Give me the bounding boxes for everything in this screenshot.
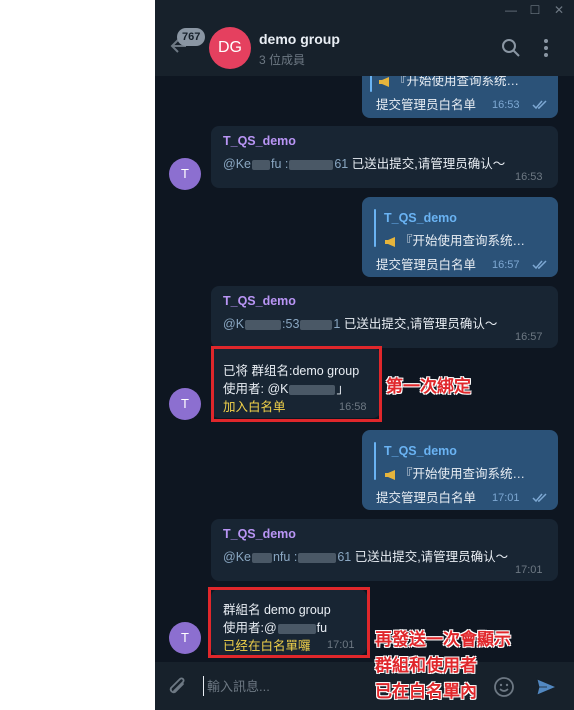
bot-avatar[interactable]: T [169,622,201,654]
mention-part: 1 [333,317,341,331]
redacted-block [245,319,282,330]
highlight-box [208,587,370,658]
read-ticks-icon [532,100,547,110]
outgoing-message[interactable]: T_QS_demo 『开始使用查询系统… 提交管理员白名单 16:57 [362,197,558,277]
incoming-message[interactable]: T_QS_demo @Ke nfu : 61 已送出提交,请管理员确认～ 17:01 [211,519,558,581]
mention-part: fu : [270,157,289,171]
group-avatar[interactable]: DG [209,27,251,69]
chat-header: 767 DG demo group 3 位成員 [155,20,574,76]
sender-name: T_QS_demo [223,527,296,541]
incoming-message[interactable]: T_QS_demo @Ke fu : 61 已送出提交,请管理员确认～ 16:53 [211,126,558,188]
message-time: 17:01 [492,492,520,504]
message-time: 16:57 [515,331,543,343]
annotation-resend-line2: 群組和使用者 [375,656,477,675]
reply-text: 『开始使用查询系统… [400,467,526,481]
reply-preview: 『开始使用查询系统… [384,230,525,249]
read-ticks-icon [532,493,547,503]
megaphone-icon [385,236,395,247]
read-ticks-icon [532,260,547,270]
highlight-box [211,346,382,422]
redacted-block [300,319,333,330]
reply-bar [374,209,376,247]
mention-part: 61 [337,550,352,564]
message-text: 提交管理员白名单 [376,98,477,112]
composer-bar [155,662,574,710]
message-text: @Ke nfu : 61 已送出提交,请管理员确认～ [223,546,508,565]
message-text: 提交管理员白名单 [376,258,477,272]
message-time: 16:53 [492,99,520,111]
minimize-button[interactable]: — [502,2,520,18]
message-body: 已送出提交,请管理员确认～ [354,550,509,564]
reply-preview: 『开始使用查询系统… [378,76,519,89]
close-button[interactable]: ✕ [550,2,568,18]
maximize-button[interactable]: ☐ [526,2,544,18]
sender-name: T_QS_demo [223,294,296,308]
member-count: 3 位成員 [259,53,306,67]
mention-prefix: @Ke [223,157,251,171]
chat-title[interactable]: demo group [259,31,340,47]
redacted-block [251,159,270,170]
redacted-block [298,552,337,563]
bot-avatar[interactable]: T [169,158,201,190]
message-body: 已送出提交,请管理员确认～ [343,317,498,331]
mention-prefix: @Ke [223,550,251,564]
message-text: @K :53 1 已送出提交,请管理员确认～ [223,313,497,332]
redacted-block [289,159,334,170]
outgoing-message[interactable]: 『开始使用查询系统… 提交管理员白名单 16:53 [362,76,558,118]
message-time: 16:57 [492,259,520,271]
message-text: @Ke fu : 61 已送出提交,请管理员确认～ [223,153,505,172]
search-icon[interactable] [501,38,521,58]
redacted-block [251,552,272,563]
reply-bar [374,442,376,480]
reply-text: 『开始使用查询系统… [400,234,526,248]
incoming-message[interactable]: T_QS_demo @K :53 1 已送出提交,请管理员确认～ 16:57 [211,286,558,348]
reply-sender: T_QS_demo [384,211,457,225]
megaphone-icon [385,469,395,480]
sender-name: T_QS_demo [223,134,296,148]
more-menu-icon[interactable] [539,38,553,58]
mention-part: :53 [282,317,300,331]
message-time: 17:01 [515,564,543,576]
megaphone-icon [379,76,389,87]
mention-part: nfu : [272,550,298,564]
bot-avatar[interactable]: T [169,388,201,420]
outgoing-message[interactable]: T_QS_demo 『开始使用查询系统… 提交管理员白名单 17:01 [362,430,558,510]
emoji-icon[interactable] [493,676,515,698]
mention-prefix: @K [223,317,245,331]
reply-sender: T_QS_demo [384,444,457,458]
annotation-first-bind: 第一次綁定 [386,377,471,396]
reply-preview: 『开始使用查询系统… [384,463,525,482]
mention-part: 61 [334,157,349,171]
message-text: 提交管理员白名单 [376,491,477,505]
annotation-resend-line3: 已在白名單內 [375,682,477,701]
annotation-resend-line1: 再發送一次會顯示 [375,630,511,649]
message-body: 已送出提交,请管理员确认～ [351,157,506,171]
reply-bar [370,76,372,92]
send-icon[interactable] [535,676,557,698]
unread-count-badge: 767 [177,28,206,46]
paperclip-icon[interactable] [167,676,189,698]
window-titlebar: — ☐ ✕ [155,0,574,20]
reply-text: 『开始使用查询系统… [394,76,520,88]
message-time: 16:53 [515,171,543,183]
